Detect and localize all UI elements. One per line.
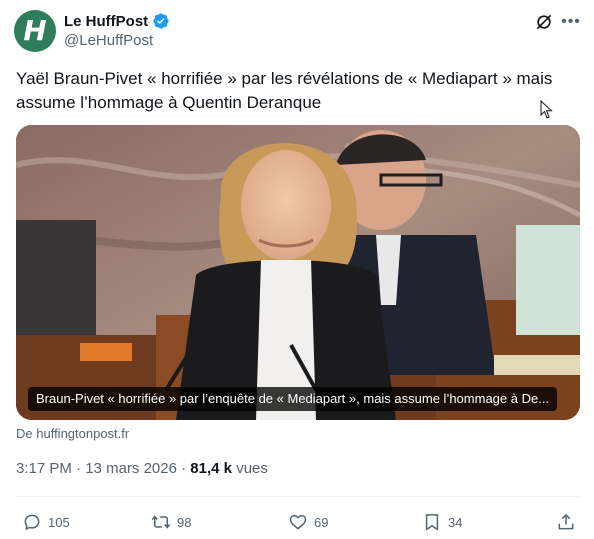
reply-count: 105 xyxy=(48,514,70,530)
cursor-icon xyxy=(540,100,553,119)
like-icon xyxy=(289,514,307,530)
like-count: 69 xyxy=(314,514,329,530)
divider xyxy=(16,496,580,497)
author-handle[interactable]: @LeHuffPost xyxy=(64,32,153,49)
author-name-row: Le HuffPost xyxy=(64,12,170,30)
tweet-date[interactable]: 13 mars 2026 xyxy=(85,460,177,477)
repost-button[interactable]: 98 xyxy=(151,508,191,536)
repost-count: 98 xyxy=(177,514,192,530)
bookmark-button[interactable]: 34 xyxy=(422,508,462,536)
article-photo xyxy=(16,125,580,420)
views-label: vues xyxy=(236,460,268,477)
bookmark-icon xyxy=(425,514,439,531)
tweet-time[interactable]: 3:17 PM xyxy=(16,460,72,477)
bookmark-count: 34 xyxy=(448,514,463,530)
share-button[interactable] xyxy=(556,508,576,536)
link-card[interactable]: Braun-Pivet « horrifiée » par l’enquête … xyxy=(16,125,580,420)
reply-button[interactable]: 105 xyxy=(22,508,70,536)
avatar-letter: H xyxy=(23,14,47,47)
avatar[interactable]: H xyxy=(14,10,56,52)
author-name[interactable]: Le HuffPost xyxy=(64,13,148,30)
views-count[interactable]: 81,4 k xyxy=(190,460,232,477)
tweet-meta: 3:17 PM · 13 mars 2026 · 81,4 k vues xyxy=(16,460,268,477)
more-icon[interactable]: ••• xyxy=(560,12,582,32)
verified-badge-icon xyxy=(153,13,169,29)
tweet-text: Yaël Braun-Pivet « horrifiée » par les r… xyxy=(16,69,553,112)
card-source[interactable]: De huffingtonpost.fr xyxy=(16,426,129,441)
meta-separator: · xyxy=(76,460,86,477)
like-button[interactable]: 69 xyxy=(288,508,328,536)
reply-icon xyxy=(24,514,40,530)
share-icon xyxy=(558,513,574,530)
grok-icon[interactable] xyxy=(534,12,554,32)
action-bar: 105 98 69 34 xyxy=(16,508,580,536)
meta-separator: · xyxy=(181,460,191,477)
card-caption: Braun-Pivet « horrifiée » par l’enquête … xyxy=(28,387,558,411)
repost-icon xyxy=(151,515,171,529)
